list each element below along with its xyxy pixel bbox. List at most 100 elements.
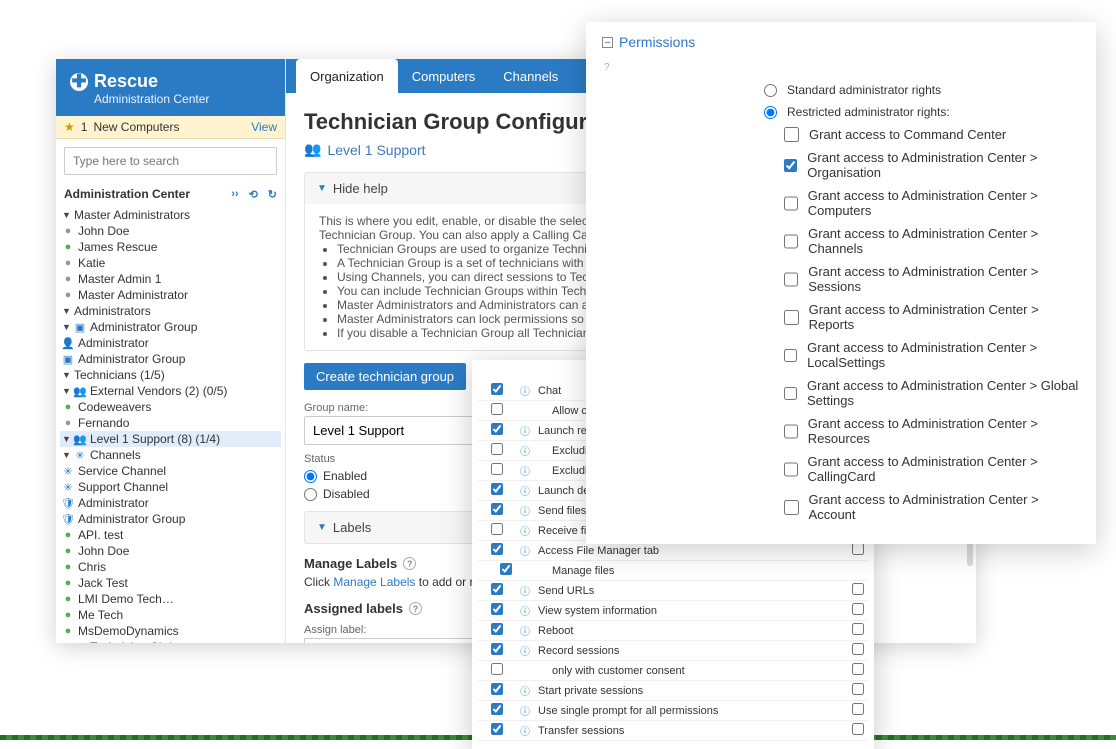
tree-technicians[interactable]: ▼Technicians (1/5) <box>60 367 281 383</box>
info-icon[interactable]: ⓘ <box>520 687 530 698</box>
perm-check-3[interactable]: Grant access to Administration Center > … <box>784 222 1080 260</box>
tree-user-james-rescue[interactable]: ●James Rescue <box>60 239 281 255</box>
info-icon[interactable]: ⓘ <box>520 507 530 518</box>
tperm-lock-checkbox[interactable] <box>852 583 864 595</box>
perm-check-8[interactable]: Grant access to Administration Center > … <box>784 412 1080 450</box>
tperm-enable-checkbox[interactable] <box>491 603 503 615</box>
perm-check-0[interactable]: Grant access to Command Center <box>784 123 1080 146</box>
permissions-header[interactable]: – Permissions <box>602 30 1080 60</box>
tree-lmi-demo[interactable]: ●LMI Demo Tech… <box>60 591 281 607</box>
help-icon[interactable]: ? <box>409 602 422 615</box>
perm-check-6-checkbox[interactable] <box>784 348 797 363</box>
search-input[interactable] <box>64 147 277 175</box>
info-icon[interactable]: ⓘ <box>520 527 530 538</box>
info-icon[interactable]: ⓘ <box>520 547 530 558</box>
tperm-enable-checkbox[interactable] <box>491 623 503 635</box>
tree-admin-group2[interactable]: ▣Administrator Group <box>60 351 281 367</box>
tree-chris[interactable]: ●Chris <box>60 559 281 575</box>
help-icon[interactable]: ? <box>403 557 416 570</box>
tree-user-master-admin1[interactable]: ●Master Admin 1 <box>60 271 281 287</box>
tree-admin-group[interactable]: ▼▣Administrator Group <box>60 319 281 335</box>
tperm-enable-checkbox[interactable] <box>491 423 503 435</box>
perm-check-5-checkbox[interactable] <box>784 310 799 325</box>
tperm-lock-checkbox[interactable] <box>852 683 864 695</box>
info-icon[interactable]: ⓘ <box>520 587 530 598</box>
perm-check-1-checkbox[interactable] <box>784 158 797 173</box>
tperm-lock-checkbox[interactable] <box>852 643 864 655</box>
tree-john-doe2[interactable]: ●John Doe <box>60 543 281 559</box>
tree-codeweavers[interactable]: ●Codeweavers <box>60 399 281 415</box>
tree-master-admins[interactable]: ▼Master Administrators <box>60 207 281 223</box>
tperm-enable-checkbox[interactable] <box>491 443 503 455</box>
perm-standard[interactable]: Standard administrator rights <box>764 79 1080 101</box>
tree-user-john-doe[interactable]: ●John Doe <box>60 223 281 239</box>
tree-administrator2[interactable]: 🛡Administrator <box>60 495 281 511</box>
tperm-enable-checkbox[interactable] <box>491 483 503 495</box>
perm-check-7-checkbox[interactable] <box>784 386 797 401</box>
tperm-enable-checkbox[interactable] <box>491 583 503 595</box>
next-icon[interactable]: ›› <box>231 188 238 201</box>
tree-user-katie[interactable]: ●Katie <box>60 255 281 271</box>
perm-check-3-checkbox[interactable] <box>784 234 798 249</box>
perm-check-10[interactable]: Grant access to Administration Center > … <box>784 488 1080 526</box>
tree-ext-vendors[interactable]: ▼👥External Vendors (2) (0/5) <box>60 383 281 399</box>
perm-check-2-checkbox[interactable] <box>784 196 798 211</box>
perm-check-4-checkbox[interactable] <box>784 272 798 287</box>
tperm-lock-checkbox[interactable] <box>852 703 864 715</box>
tree-administrator[interactable]: 👤Administrator <box>60 335 281 351</box>
tree-service-channel[interactable]: ✳Service Channel <box>60 463 281 479</box>
perm-check-10-checkbox[interactable] <box>784 500 799 515</box>
tperm-enable-checkbox[interactable] <box>491 503 503 515</box>
view-link[interactable]: View <box>251 120 277 134</box>
perm-check-1[interactable]: Grant access to Administration Center > … <box>784 146 1080 184</box>
perm-check-8-checkbox[interactable] <box>784 424 798 439</box>
manage-labels-link[interactable]: Manage Labels <box>333 575 415 589</box>
tree-msdemo[interactable]: ●MsDemoDynamics <box>60 623 281 639</box>
tree-api-test[interactable]: ●API. test <box>60 527 281 543</box>
perm-check-4[interactable]: Grant access to Administration Center > … <box>784 260 1080 298</box>
tperm-lock-checkbox[interactable] <box>852 663 864 675</box>
info-icon[interactable]: ⓘ <box>520 727 530 738</box>
tree-support-channel[interactable]: ✳Support Channel <box>60 479 281 495</box>
perm-check-6[interactable]: Grant access to Administration Center > … <box>784 336 1080 374</box>
tree-tech-chris[interactable]: ▼★Technician Chris <box>60 639 281 643</box>
info-icon[interactable]: ⓘ <box>520 647 530 658</box>
info-icon[interactable]: ⓘ <box>520 447 530 458</box>
back-icon[interactable]: ⟲ <box>249 188 258 201</box>
tperm-enable-checkbox[interactable] <box>491 683 503 695</box>
tree-user-master-administrator[interactable]: ●Master Administrator <box>60 287 281 303</box>
tab-computers[interactable]: Computers <box>398 59 490 93</box>
tperm-enable-checkbox[interactable] <box>491 663 503 675</box>
tperm-enable-checkbox[interactable] <box>491 643 503 655</box>
perm-check-5[interactable]: Grant access to Administration Center > … <box>784 298 1080 336</box>
tperm-enable-checkbox[interactable] <box>491 523 503 535</box>
tperm-enable-checkbox[interactable] <box>491 703 503 715</box>
info-icon[interactable]: ⓘ <box>520 607 530 618</box>
tree-jack-test[interactable]: ●Jack Test <box>60 575 281 591</box>
info-icon[interactable]: ⓘ <box>520 707 530 718</box>
info-icon[interactable]: ⓘ <box>520 627 530 638</box>
perm-standard-radio[interactable] <box>764 84 777 97</box>
info-icon[interactable]: ⓘ <box>520 427 530 438</box>
tree-fernando[interactable]: ●Fernando <box>60 415 281 431</box>
perm-check-7[interactable]: Grant access to Administration Center > … <box>784 374 1080 412</box>
tree-admin-group3[interactable]: 🛡Administrator Group <box>60 511 281 527</box>
refresh-icon[interactable]: ↻ <box>268 188 277 201</box>
perm-check-9-checkbox[interactable] <box>784 462 798 477</box>
status-disabled-radio[interactable] <box>304 488 317 501</box>
tab-organization[interactable]: Organization <box>296 59 398 93</box>
tab-channels[interactable]: Channels <box>489 59 572 93</box>
perm-restricted[interactable]: Restricted administrator rights: <box>764 101 1080 123</box>
tperm-enable-checkbox[interactable] <box>491 543 503 555</box>
info-icon[interactable]: ⓘ <box>520 387 530 398</box>
create-technician-group-button[interactable]: Create technician group <box>304 363 466 390</box>
tree-me-tech[interactable]: ●Me Tech <box>60 607 281 623</box>
perm-check-9[interactable]: Grant access to Administration Center > … <box>784 450 1080 488</box>
tperm-enable-checkbox[interactable] <box>500 563 512 575</box>
tperm-lock-checkbox[interactable] <box>852 723 864 735</box>
tperm-enable-checkbox[interactable] <box>491 383 503 395</box>
tperm-enable-checkbox[interactable] <box>491 403 503 415</box>
perm-restricted-radio[interactable] <box>764 106 777 119</box>
perm-check-2[interactable]: Grant access to Administration Center > … <box>784 184 1080 222</box>
info-icon[interactable]: ⓘ <box>520 487 530 498</box>
